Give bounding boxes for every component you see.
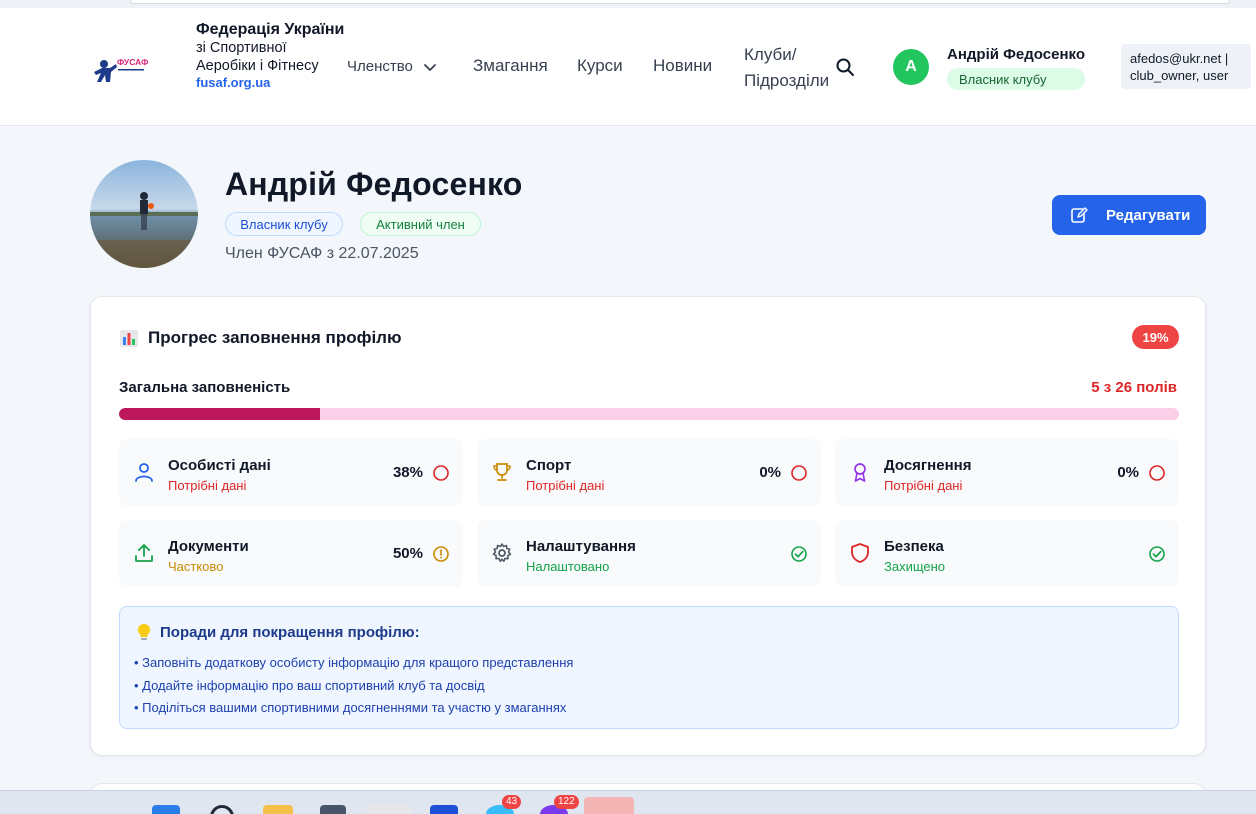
section-percent: 38% [392,464,423,481]
nav-news[interactable]: Новини [653,56,712,76]
nav-membership-label: Членство [347,58,413,75]
section-tile-sport[interactable]: Спорт Потрібні дані 0% [477,439,821,506]
check-circle-icon [791,546,807,562]
nav-clubs-line2: Підрозділи [744,71,830,90]
tips-title-text: Поради для покращення профілю: [160,623,420,641]
section-name: Спорт [526,457,572,474]
gear-icon [492,543,512,563]
progress-bar-fill [119,408,321,420]
medal-icon [854,463,866,482]
section-status: Налаштовано [526,559,610,574]
browser-tab-strip [0,0,1256,8]
section-tile-achievements[interactable]: Досягнення Потрібні дані 0% [835,439,1179,506]
overall-fields-count: 5 з 26 полів [1091,379,1177,396]
nav-competitions[interactable]: Змагання [473,56,548,76]
incomplete-circle-icon [433,465,449,481]
warning-circle-icon [433,546,449,562]
shield-icon [851,543,869,563]
user-email: afedos@ukr.net | [1130,51,1229,66]
section-name: Досягнення [884,457,972,474]
os-taskbar: 43 122 [0,790,1256,814]
section-tile-security[interactable]: Безпека Захищено [835,520,1179,587]
org-url-link[interactable]: fusaf.org.ua [196,75,346,91]
tip-item: • Заповніть додаткову особисту інформаці… [134,655,574,670]
file-explorer-icon[interactable] [263,805,293,814]
notification-badge: 122 [554,795,579,809]
section-name: Особисті дані [168,457,271,474]
status-badge-active: Активний член [360,212,481,236]
nav-clubs-line1: Клуби/ [744,45,797,64]
section-tile-documents[interactable]: Документи Частково 50% [119,520,463,587]
section-name: Безпека [884,538,944,555]
profile-photo-image [90,160,198,268]
role-badge-owner: Власник клубу [225,212,343,236]
org-subtitle: зі Спортивної Аеробіки і Фітнесу [196,40,319,74]
chevron-down-icon [423,63,436,71]
profile-photo[interactable] [90,160,198,268]
nav-courses[interactable]: Курси [577,56,623,76]
section-percent: 50% [392,545,423,562]
site-header: ФУСАФ Федерація України зі Спортивної Ае… [0,8,1256,126]
trophy-icon [493,463,511,481]
tips-title: Поради для покращення профілю: [136,623,420,641]
edit-button-label: Редагувати [1106,206,1191,224]
section-status: Захищено [884,559,946,574]
notification-badge: 43 [502,795,522,809]
tip-item: • Додайте інформацію про ваш спортивний … [134,678,485,693]
section-tile-settings[interactable]: Налаштування Налаштовано [477,520,821,587]
tip-item: • Поділіться вашими спортивними досягнен… [134,700,567,715]
section-status: Потрібні дані [168,478,247,493]
section-percent: 0% [1117,464,1139,481]
overall-completeness-label: Загальна заповненість [119,379,291,396]
progress-title-text: Прогрес заповнення профілю [148,328,402,347]
header-user-name[interactable]: Андрій Федосенко [947,46,1085,63]
user-roles-raw: club_owner, user [1130,68,1229,83]
header-role-badge: Власник клубу [947,68,1085,90]
fusaf-logo[interactable]: ФУСАФ [90,52,152,86]
profile-name: Андрій Федосенко [225,166,523,202]
progress-card-title: Прогрес заповнення профілю [119,328,402,348]
browser-app-icon[interactable] [366,805,412,814]
bar-chart-icon [120,330,138,347]
app-icon[interactable] [430,805,458,814]
section-status: Частково [168,559,224,574]
progress-percent-badge: 19% [1132,325,1179,349]
section-status: Потрібні дані [526,478,605,493]
progress-bar-track [119,408,1179,420]
user-icon [135,463,153,482]
browser-tab[interactable] [130,0,1230,4]
profile-progress-card: Прогрес заповнення профілю 19% Загальна … [90,296,1206,756]
edit-icon [1071,207,1088,223]
section-percent: 0% [759,464,781,481]
check-circle-icon [1149,546,1165,562]
nav-membership[interactable]: Членство [347,58,437,75]
section-name: Налаштування [526,538,636,555]
user-email-box: afedos@ukr.net | club_owner, user [1121,44,1251,89]
member-since-text: Член ФУСАФ з 22.07.2025 [225,245,419,262]
section-name: Документи [168,538,249,555]
incomplete-circle-icon [791,465,807,481]
search-taskbar-icon[interactable] [210,805,234,814]
active-app-icon[interactable] [584,797,634,814]
section-tile-personal[interactable]: Особисті дані Потрібні дані 38% [119,439,463,506]
org-name-block[interactable]: Федерація України зі Спортивної Аеробіки… [196,20,346,91]
search-icon[interactable] [834,56,856,78]
start-menu-icon[interactable] [152,805,180,814]
lightbulb-icon [138,624,150,640]
nav-clubs[interactable]: Клуби/ Підрозділи [744,42,829,94]
user-avatar[interactable]: А [893,49,929,85]
upload-icon [135,544,153,562]
incomplete-circle-icon [1149,465,1165,481]
edit-profile-button[interactable]: Редагувати [1052,195,1206,235]
logo-text: ФУСАФ [117,57,148,67]
profile-tips-box: Поради для покращення профілю: • Заповні… [119,606,1179,729]
section-status: Потрібні дані [884,478,963,493]
app-icon[interactable] [320,805,346,814]
org-title: Федерація України [196,21,345,38]
